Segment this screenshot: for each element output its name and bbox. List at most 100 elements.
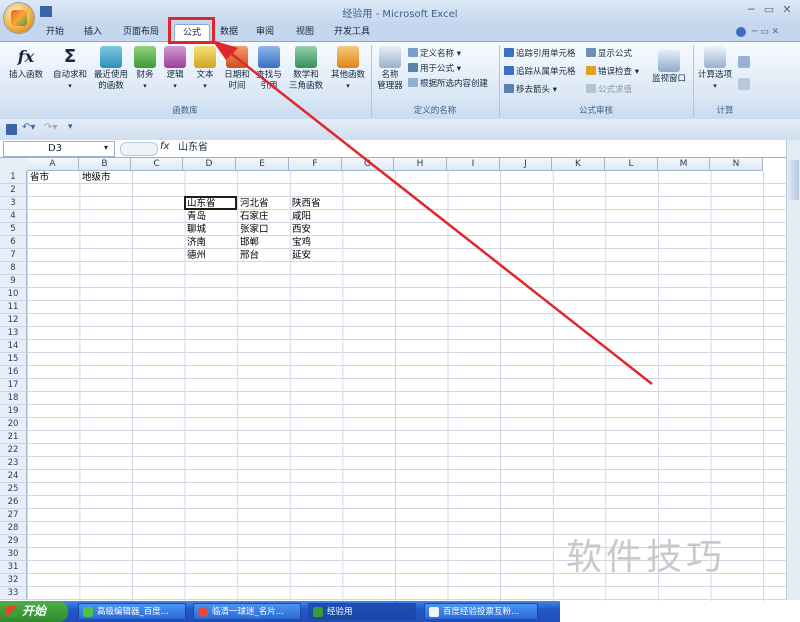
text-button[interactable]: 文本 ▾ xyxy=(192,46,218,92)
ribbon-window-controls[interactable]: ─ ▭ ✕ xyxy=(752,27,792,37)
row-header-13[interactable]: 13 xyxy=(0,327,27,340)
cell-D5[interactable]: 聊城 xyxy=(187,223,206,236)
row-header-30[interactable]: 30 xyxy=(0,548,27,561)
row-header-14[interactable]: 14 xyxy=(0,340,27,353)
cell-F4[interactable]: 咸阳 xyxy=(292,210,311,223)
row-header-19[interactable]: 19 xyxy=(0,405,27,418)
row-header-22[interactable]: 22 xyxy=(0,444,27,457)
taskbar-item[interactable]: 百度经验投票互粉... xyxy=(424,603,538,620)
cell-F3[interactable]: 陕西省 xyxy=(292,197,321,210)
row-header-33[interactable]: 33 xyxy=(0,587,27,600)
cell-E4[interactable]: 石家庄 xyxy=(240,210,269,223)
column-header-B[interactable]: B xyxy=(79,158,131,171)
name-manager-button[interactable]: 名称 管理器 xyxy=(374,46,406,92)
column-header-H[interactable]: H xyxy=(394,158,447,171)
row-header-7[interactable]: 7 xyxy=(0,249,27,262)
row-header-12[interactable]: 12 xyxy=(0,314,27,327)
cell-D4[interactable]: 青岛 xyxy=(187,210,206,223)
row-header-10[interactable]: 10 xyxy=(0,288,27,301)
tab-view[interactable]: 视图 xyxy=(290,24,320,40)
column-header-D[interactable]: D xyxy=(183,158,236,171)
column-header-F[interactable]: F xyxy=(289,158,342,171)
cell-E5[interactable]: 张家口 xyxy=(240,223,269,236)
calculate-sheet-icon[interactable] xyxy=(738,78,750,90)
financial-button[interactable]: 财务 ▾ xyxy=(132,46,158,92)
show-formulas-button[interactable]: 显示公式 xyxy=(586,48,632,60)
row-header-2[interactable]: 2 xyxy=(0,184,27,197)
insert-function-button[interactable]: fx 插入函数 xyxy=(6,46,46,81)
column-header-J[interactable]: J xyxy=(500,158,552,171)
date-time-button[interactable]: 日期和 时间 xyxy=(222,46,252,92)
tab-data[interactable]: 数据 xyxy=(214,24,244,40)
define-name-button[interactable]: 定义名称 ▾ xyxy=(408,48,461,60)
more-functions-button[interactable]: 其他函数 ▾ xyxy=(328,46,368,92)
scrollbar-thumb[interactable] xyxy=(788,160,799,200)
tab-page-layout[interactable]: 页面布局 xyxy=(118,24,164,40)
row-header-24[interactable]: 24 xyxy=(0,470,27,483)
name-box[interactable]: D3 ▾ xyxy=(3,141,115,157)
row-header-25[interactable]: 25 xyxy=(0,483,27,496)
help-icon[interactable] xyxy=(736,27,746,37)
cell-B1[interactable]: 地级市 xyxy=(82,171,111,184)
watch-window-button[interactable]: 监视窗口 xyxy=(648,46,690,85)
vertical-scrollbar[interactable] xyxy=(786,140,800,600)
select-all-corner[interactable] xyxy=(0,158,28,172)
row-header-32[interactable]: 32 xyxy=(0,574,27,587)
tab-insert[interactable]: 插入 xyxy=(78,24,108,40)
row-header-15[interactable]: 15 xyxy=(0,353,27,366)
save-icon[interactable] xyxy=(6,124,17,135)
cell-E7[interactable]: 邢台 xyxy=(240,249,259,262)
minimize-button[interactable]: ─ xyxy=(744,4,758,16)
row-header-8[interactable]: 8 xyxy=(0,262,27,275)
row-header-18[interactable]: 18 xyxy=(0,392,27,405)
save-icon[interactable] xyxy=(40,6,52,17)
redo-icon[interactable]: ↷▾ xyxy=(44,122,57,133)
row-header-20[interactable]: 20 xyxy=(0,418,27,431)
maximize-button[interactable]: ▭ xyxy=(762,4,776,16)
customize-qat-icon[interactable]: ▾ xyxy=(68,122,73,132)
row-header-11[interactable]: 11 xyxy=(0,301,27,314)
office-button[interactable] xyxy=(4,3,34,33)
error-checking-button[interactable]: 错误检查 ▾ xyxy=(586,66,639,78)
row-header-31[interactable]: 31 xyxy=(0,561,27,574)
column-header-G[interactable]: G xyxy=(342,158,394,171)
column-header-M[interactable]: M xyxy=(658,158,710,171)
cell-E3[interactable]: 河北省 xyxy=(240,197,269,210)
logical-button[interactable]: 逻辑 ▾ xyxy=(162,46,188,92)
row-header-23[interactable]: 23 xyxy=(0,457,27,470)
tab-home[interactable]: 开始 xyxy=(40,24,70,40)
row-header-29[interactable]: 29 xyxy=(0,535,27,548)
insert-function-fx-icon[interactable]: fx xyxy=(160,141,169,152)
taskbar-item[interactable]: 临清一球迷_名片... xyxy=(193,603,301,620)
taskbar-item[interactable]: 经验用 xyxy=(308,603,416,620)
row-header-4[interactable]: 4 xyxy=(0,210,27,223)
row-header-28[interactable]: 28 xyxy=(0,522,27,535)
column-header-K[interactable]: K xyxy=(552,158,605,171)
trace-precedents-button[interactable]: 追踪引用单元格 xyxy=(504,48,576,60)
column-header-C[interactable]: C xyxy=(131,158,183,171)
name-box-dropdown-icon[interactable]: ▾ xyxy=(104,143,108,152)
row-header-5[interactable]: 5 xyxy=(0,223,27,236)
row-header-9[interactable]: 9 xyxy=(0,275,27,288)
cell-F6[interactable]: 宝鸡 xyxy=(292,236,311,249)
start-button[interactable]: 开始 xyxy=(0,601,68,622)
row-header-16[interactable]: 16 xyxy=(0,366,27,379)
column-header-I[interactable]: I xyxy=(447,158,500,171)
row-header-17[interactable]: 17 xyxy=(0,379,27,392)
use-in-formula-button[interactable]: 用于公式 ▾ xyxy=(408,63,461,75)
tab-developer[interactable]: 开发工具 xyxy=(330,24,374,40)
formula-bar-resize-handle[interactable] xyxy=(120,142,158,156)
formula-input[interactable]: 山东省 xyxy=(178,140,208,155)
tab-review[interactable]: 审阅 xyxy=(250,24,280,40)
calculation-options-button[interactable]: 计算选项 ▾ xyxy=(696,46,734,92)
evaluate-formula-button[interactable]: 公式求值 xyxy=(586,84,632,96)
close-button[interactable]: ✕ xyxy=(780,4,794,16)
lookup-reference-button[interactable]: 查找与 引用 xyxy=(254,46,284,92)
calculate-now-icon[interactable] xyxy=(738,56,750,68)
row-header-26[interactable]: 26 xyxy=(0,496,27,509)
create-from-selection-button[interactable]: 根据所选内容创建 xyxy=(408,78,488,90)
column-header-A[interactable]: A xyxy=(27,158,79,171)
cell-F5[interactable]: 西安 xyxy=(292,223,311,236)
cell-F7[interactable]: 延安 xyxy=(292,249,311,262)
taskbar-item[interactable]: 高级编辑器_百度... xyxy=(78,603,186,620)
